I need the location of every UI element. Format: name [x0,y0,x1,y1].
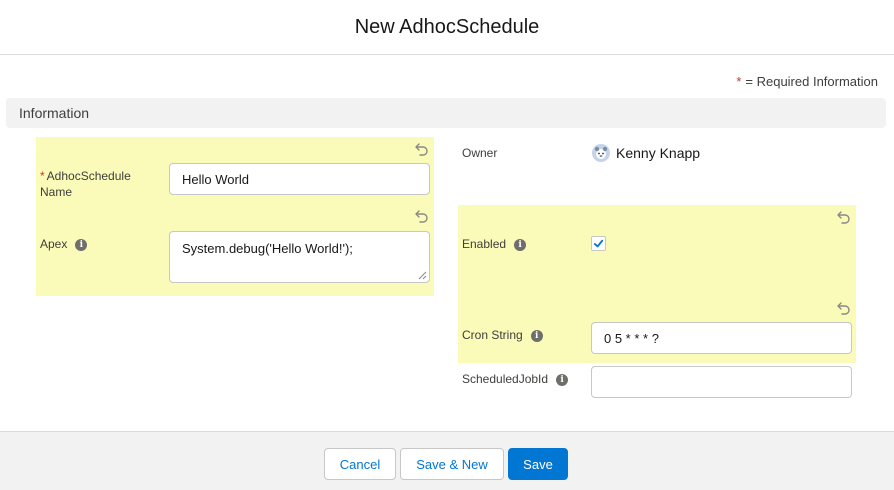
cron-label: Cron String i [462,327,543,343]
save-button[interactable]: Save [508,448,568,480]
job-id-input[interactable] [591,366,852,398]
owner-label: Owner [462,145,497,161]
save-and-new-button[interactable]: Save & New [400,448,504,480]
apex-textarea-value: System.debug('Hello World!'); [182,241,353,256]
section-header-information[interactable]: Information [6,98,886,128]
name-input[interactable]: Hello World [169,163,430,195]
job-id-label: ScheduledJobId i [462,371,569,387]
name-label: * AdhocSchedule Name [40,168,160,200]
name-input-value: Hello World [182,171,249,187]
cron-info-icon[interactable]: i [530,329,543,342]
owner-value[interactable]: Kenny Knapp [592,144,700,162]
checkmark-icon [593,239,604,248]
apex-info-icon[interactable]: i [75,238,88,251]
required-star: * [736,74,742,89]
enabled-label: Enabled i [462,236,527,252]
name-required-star: * [40,169,45,183]
name-label-line2: Name [40,185,73,199]
modal-title: New AdhocSchedule [354,15,540,38]
cron-input[interactable]: 0 5 * * * ? [591,322,852,354]
cron-input-value: 0 5 * * * ? [604,330,659,346]
undo-enabled-icon[interactable] [837,210,851,224]
undo-cron-icon[interactable] [837,301,851,315]
owner-name: Kenny Knapp [616,145,701,161]
undo-apex-icon[interactable] [415,209,429,223]
apex-textarea[interactable]: System.debug('Hello World!'); [169,231,430,283]
enabled-label-text: Enabled [462,237,507,251]
required-info-note: * = Required Information [736,74,878,89]
job-id-label-text: ScheduledJobId [462,372,549,386]
apex-label-text: Apex [40,237,68,251]
enabled-checkbox[interactable] [591,236,606,251]
apex-label: Apex i [40,236,88,252]
modal-header: New AdhocSchedule [0,0,894,55]
required-info-text: = Required Information [745,74,878,89]
owner-label-text: Owner [462,146,498,160]
resize-handle-icon[interactable] [418,271,427,280]
avatar [592,144,610,162]
undo-name-icon[interactable] [415,142,429,156]
section-title: Information [19,105,90,121]
enabled-info-icon[interactable]: i [514,238,527,251]
job-id-info-icon[interactable]: i [556,373,569,386]
cron-label-text: Cron String [462,328,523,342]
cancel-button[interactable]: Cancel [324,448,396,480]
name-label-line1: AdhocSchedule [46,169,131,183]
